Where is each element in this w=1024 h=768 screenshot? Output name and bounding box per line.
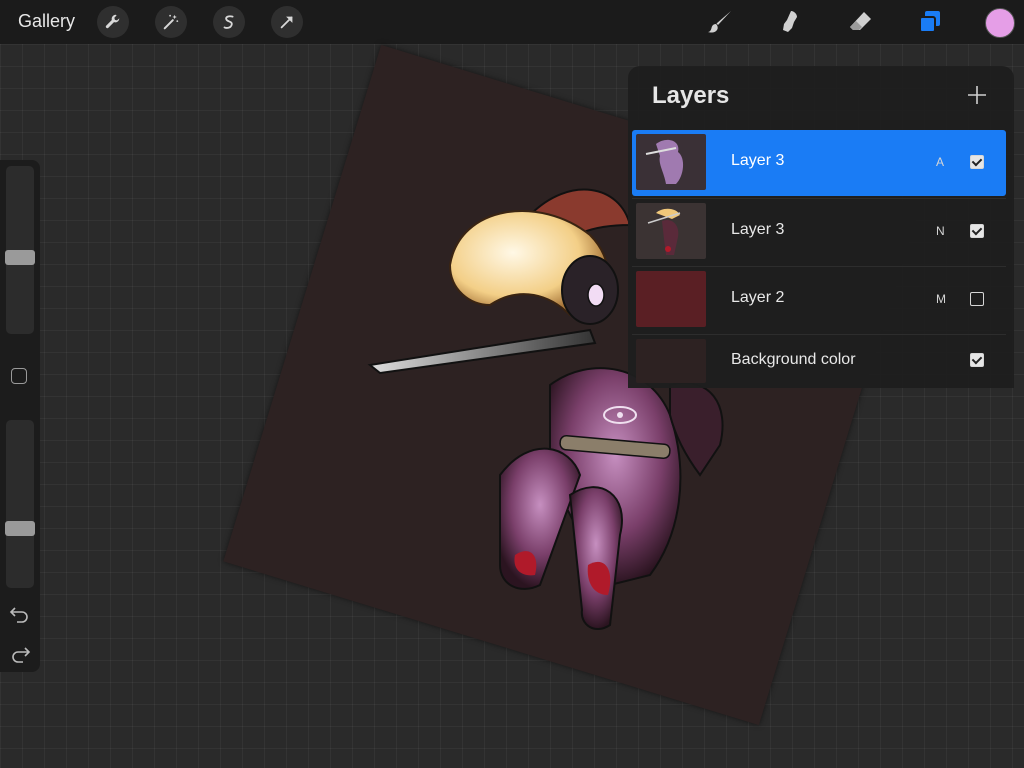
blend-mode-label[interactable]: A [936,155,944,169]
selection-icon[interactable] [213,6,245,38]
blend-mode-label[interactable]: N [936,224,945,238]
blend-mode-label[interactable]: M [936,292,946,306]
visibility-checkbox[interactable] [970,292,984,306]
top-toolbar: Gallery [0,0,1024,44]
visibility-checkbox[interactable] [970,353,984,367]
layer-name: Layer 3 [731,152,785,169]
brush-icon[interactable] [703,5,737,39]
layer-name: Background color [731,351,856,368]
layer-row-0[interactable]: Layer 3 A [632,130,1006,196]
undo-icon[interactable] [9,604,31,624]
visibility-checkbox[interactable] [970,224,984,238]
eraser-icon[interactable] [843,5,877,39]
brush-size-thumb[interactable] [5,250,35,265]
smudge-icon[interactable] [773,5,807,39]
layers-icon[interactable] [913,5,947,39]
layer-name: Layer 2 [731,289,785,306]
layer-name: Layer 3 [731,221,785,238]
layers-panel-title: Layers [652,82,730,109]
redo-icon[interactable] [9,644,31,664]
plus-icon[interactable] [962,80,992,110]
magic-wand-icon[interactable] [155,6,187,38]
visibility-checkbox[interactable] [970,155,984,169]
layer-thumbnail [636,134,706,190]
layer-thumbnail [636,203,706,259]
transform-arrow-icon[interactable] [271,6,303,38]
color-picker-button[interactable] [985,8,1015,38]
opacity-thumb[interactable] [5,521,35,536]
wrench-icon[interactable] [97,6,129,38]
layer-row-2[interactable]: Layer 2 M [632,266,1006,332]
left-sidebar [0,160,40,672]
layer-row-background[interactable]: Background color [632,334,1006,388]
layers-panel: Layers Layer 3 A Layer 3 N Layer 2 M Bac… [628,66,1014,388]
layer-row-1[interactable]: Layer 3 N [632,198,1006,264]
layer-thumbnail [636,271,706,327]
gallery-button[interactable]: Gallery [18,11,75,32]
modify-square-icon[interactable] [11,368,27,384]
layer-thumbnail [636,339,706,383]
opacity-slider[interactable] [5,420,35,588]
brush-size-slider[interactable] [5,166,35,334]
